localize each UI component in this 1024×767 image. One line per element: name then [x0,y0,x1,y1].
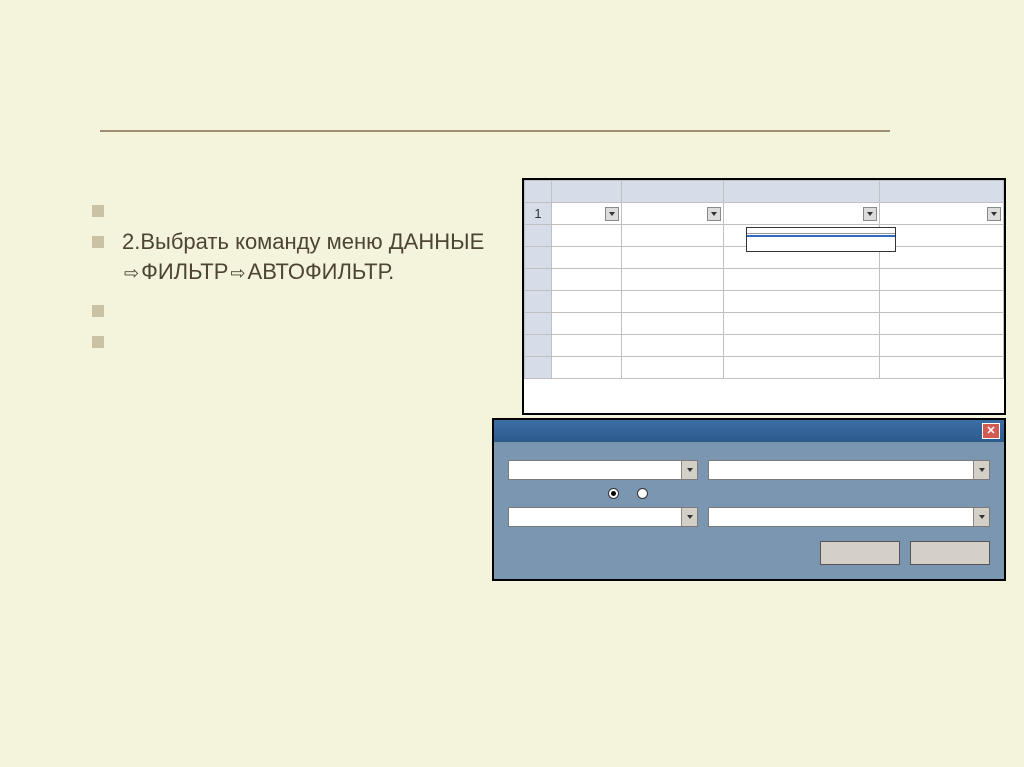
table-row [525,269,1004,291]
cell[interactable] [622,247,724,269]
row-number[interactable] [525,357,552,379]
cell[interactable] [879,313,1003,335]
filter-dropdown-icon[interactable] [863,207,877,221]
spreadsheet-screenshot: 1 [522,178,1006,415]
table-row [525,335,1004,357]
cell[interactable] [879,247,1003,269]
column-header-name[interactable] [879,203,1003,225]
title-divider [100,130,890,132]
filter-value-item[interactable] [747,249,895,251]
list-item [92,296,486,317]
cell[interactable] [551,269,622,291]
cell[interactable] [622,269,724,291]
cancel-button[interactable] [910,541,990,565]
bullet-text [122,327,486,348]
cell[interactable] [551,357,622,379]
condition1-value-input[interactable] [708,460,990,480]
row-number[interactable] [525,291,552,313]
col-letter[interactable] [622,181,724,203]
cell[interactable] [551,225,622,247]
cell[interactable] [551,313,622,335]
cell[interactable] [622,291,724,313]
list-item [92,327,486,348]
bullet-list: 2.Выбрать команду меню ДАННЫЕ⇨ФИЛЬТР⇨АВТ… [92,196,486,358]
close-icon[interactable]: ✕ [982,423,1000,439]
col-letter[interactable] [551,181,622,203]
condition1-operator-select[interactable] [508,460,698,480]
column-header-genre[interactable] [724,203,880,225]
bullet-icon [92,236,104,248]
row-number[interactable]: 1 [525,203,552,225]
cell[interactable] [879,225,1003,247]
dropdown-icon[interactable] [681,461,697,479]
cell[interactable] [551,335,622,357]
cell[interactable] [879,335,1003,357]
column-header-code[interactable] [551,203,622,225]
arrow-right-icon: ⇨ [124,261,139,285]
arrow-right-icon: ⇨ [230,261,245,285]
row-number[interactable] [525,313,552,335]
table-row [525,291,1004,313]
bullet-icon [92,305,104,317]
col-letter[interactable] [724,181,880,203]
cell[interactable] [879,357,1003,379]
list-item [92,196,486,217]
cell[interactable] [724,335,880,357]
sort-desc-item[interactable] [747,230,895,232]
ok-button[interactable] [820,541,900,565]
dropdown-icon[interactable] [973,461,989,479]
list-item: 2.Выбрать команду меню ДАННЫЕ⇨ФИЛЬТР⇨АВТ… [92,227,486,286]
radio-or[interactable] [637,488,652,499]
dialog-titlebar[interactable]: ✕ [494,420,1004,442]
bullet-text [122,296,486,317]
cell[interactable] [879,291,1003,313]
column-header-shop[interactable] [622,203,724,225]
cell[interactable] [724,357,880,379]
cell[interactable] [724,269,880,291]
radio-and[interactable] [608,488,623,499]
menu-divider [747,233,895,234]
custom-autofilter-dialog: ✕ [492,418,1006,581]
bullet-icon [92,205,104,217]
condition2-value-input[interactable] [708,507,990,527]
cell[interactable] [622,225,724,247]
cell[interactable] [551,247,622,269]
cell[interactable] [622,357,724,379]
table-row [525,357,1004,379]
bullet-icon [92,336,104,348]
bullet-text [122,196,486,217]
cell[interactable] [724,291,880,313]
dropdown-icon[interactable] [973,508,989,526]
row-number[interactable] [525,225,552,247]
condition2-operator-select[interactable] [508,507,698,527]
filter-dropdown-icon[interactable] [987,207,1001,221]
cell[interactable] [622,313,724,335]
corner-cell [525,181,552,203]
autofilter-dropdown[interactable] [746,227,896,252]
dropdown-icon[interactable] [681,508,697,526]
cell[interactable] [622,335,724,357]
table-row [525,313,1004,335]
row-number[interactable] [525,247,552,269]
filter-dropdown-icon[interactable] [605,207,619,221]
cell[interactable] [551,291,622,313]
row-number[interactable] [525,335,552,357]
bullet-text: 2.Выбрать команду меню ДАННЫЕ⇨ФИЛЬТР⇨АВТ… [122,227,486,286]
col-letter[interactable] [879,181,1003,203]
filter-dropdown-icon[interactable] [707,207,721,221]
row-number[interactable] [525,269,552,291]
cell[interactable] [879,269,1003,291]
cell[interactable] [724,313,880,335]
